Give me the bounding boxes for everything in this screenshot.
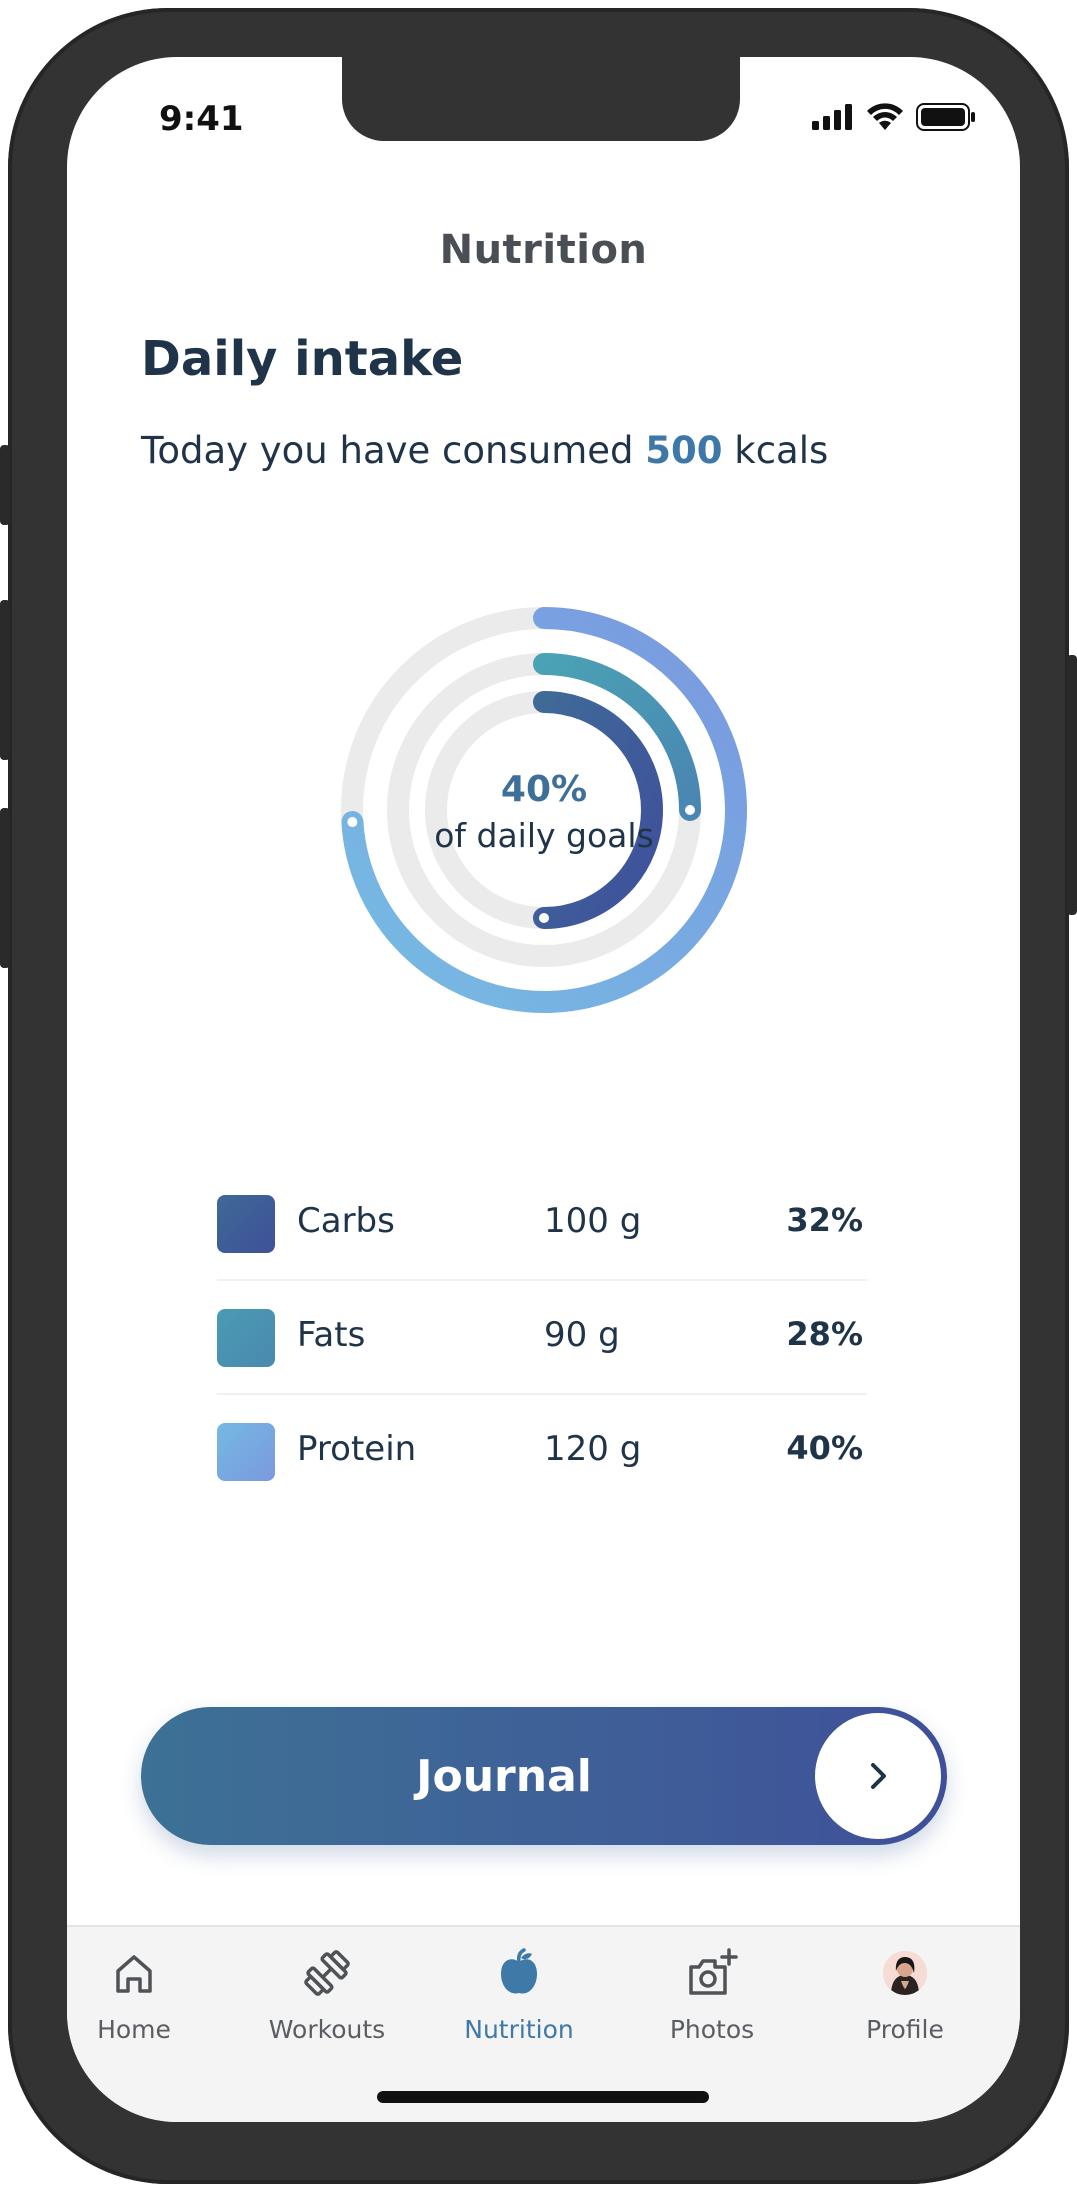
daily-goal-rings: 40% of daily goals: [255, 521, 833, 1099]
daily-goal-caption: of daily goals: [434, 816, 654, 855]
phone-screen: 9:41 Nutrition Daily intake Today you ha…: [67, 57, 1020, 2122]
tab-photos[interactable]: Photos: [617, 1945, 807, 2044]
cellular-signal-icon: [812, 104, 852, 130]
macro-amount: 120 g: [544, 1429, 642, 1469]
tab-label-nutrition: Nutrition: [464, 2015, 574, 2044]
wifi-icon: [867, 103, 903, 130]
tab-nutrition[interactable]: Nutrition: [424, 1945, 614, 2044]
macro-percent: 40%: [786, 1429, 863, 1467]
tab-label-home: Home: [97, 2015, 171, 2044]
dumbbell-icon: [304, 1950, 350, 1996]
tab-label-workouts: Workouts: [268, 2015, 386, 2044]
fats-color-swatch: [217, 1309, 275, 1367]
camera-add-icon: [689, 1948, 738, 1995]
tab-home[interactable]: Home: [67, 1945, 229, 2044]
journal-button-label: Journal: [416, 1751, 592, 1802]
journal-arrow-button[interactable]: [815, 1713, 941, 1839]
macro-percent: 28%: [786, 1315, 863, 1353]
kcal-value: 500: [645, 429, 723, 472]
ring-center-label: 40% of daily goals: [255, 767, 833, 859]
consumed-prefix: Today you have consumed: [141, 429, 646, 472]
tab-label-profile: Profile: [866, 2015, 944, 2044]
volume-up-button: [0, 600, 10, 760]
page-title: Nutrition: [439, 227, 648, 273]
chevron-right-icon: [871, 1763, 886, 1789]
section-title: Daily intake: [141, 331, 464, 387]
macro-amount: 100 g: [544, 1201, 642, 1241]
tab-profile[interactable]: Profile: [810, 1945, 1000, 2044]
macro-row-fats: Fats 90 g 28%: [217, 1281, 867, 1395]
carbs-ring-end-dot: [539, 913, 549, 923]
notch: [342, 57, 740, 141]
consumed-suffix: kcals: [722, 429, 829, 472]
avatar: [883, 1951, 927, 1995]
macro-amount: 90 g: [544, 1315, 620, 1355]
macro-percent: 32%: [786, 1201, 863, 1239]
battery-icon: [916, 103, 975, 131]
power-button: [1067, 655, 1077, 915]
status-icons: [812, 103, 976, 131]
tab-workouts[interactable]: Workouts: [232, 1945, 422, 2044]
daily-goal-percent: 40%: [500, 769, 588, 810]
macro-row-protein: Protein 120 g 40%: [217, 1395, 867, 1507]
status-time: 9:41: [159, 99, 244, 139]
tab-label-photos: Photos: [669, 2015, 755, 2044]
apple-icon: [501, 1948, 537, 1994]
volume-down-button: [0, 808, 10, 968]
consumed-summary: Today you have consumed 500 kcals: [141, 429, 828, 472]
home-indicator: [377, 2091, 709, 2103]
protein-color-swatch: [217, 1423, 275, 1481]
carbs-color-swatch: [217, 1195, 275, 1253]
macro-list: Carbs 100 g 32% Fats 90 g 28% Protein 12…: [217, 1167, 867, 1507]
journal-button[interactable]: Journal: [141, 1707, 947, 1845]
macro-row-carbs: Carbs 100 g 32%: [217, 1167, 867, 1281]
home-icon: [116, 1955, 152, 1993]
macro-name: Protein: [297, 1429, 417, 1469]
macro-name: Carbs: [297, 1201, 395, 1241]
silent-switch: [0, 445, 10, 525]
macro-name: Fats: [297, 1315, 366, 1355]
